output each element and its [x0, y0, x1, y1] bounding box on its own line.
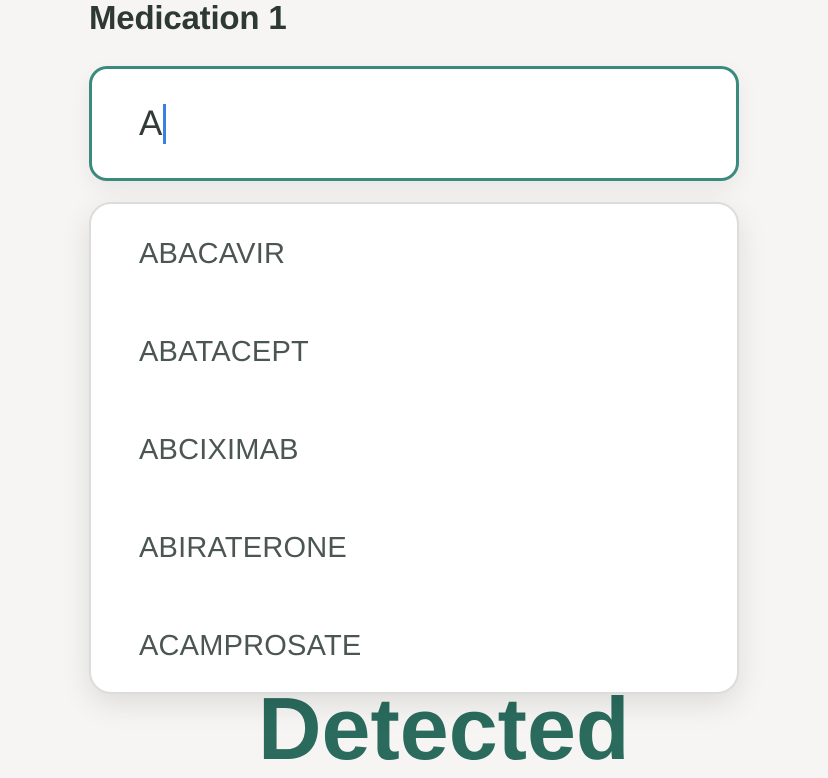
autocomplete-dropdown[interactable]: ABACAVIR ABATACEPT ABCIXIMAB ABIRATERONE…: [89, 202, 739, 694]
dropdown-option[interactable]: ABIRATERONE: [91, 499, 737, 597]
medication-search-input[interactable]: A: [139, 102, 679, 146]
dropdown-option[interactable]: ACAMPROSATE: [91, 597, 737, 692]
dropdown-option[interactable]: ABACAVIR: [91, 205, 737, 303]
search-input-value: A: [139, 104, 163, 143]
medication-field-label: Medication 1: [89, 0, 287, 36]
text-caret: [163, 104, 167, 144]
dropdown-option[interactable]: ABATACEPT: [91, 303, 737, 401]
dropdown-option[interactable]: ABCIXIMAB: [91, 401, 737, 499]
background-heading: Detected: [258, 679, 630, 778]
medication-search-box[interactable]: A: [89, 66, 739, 181]
